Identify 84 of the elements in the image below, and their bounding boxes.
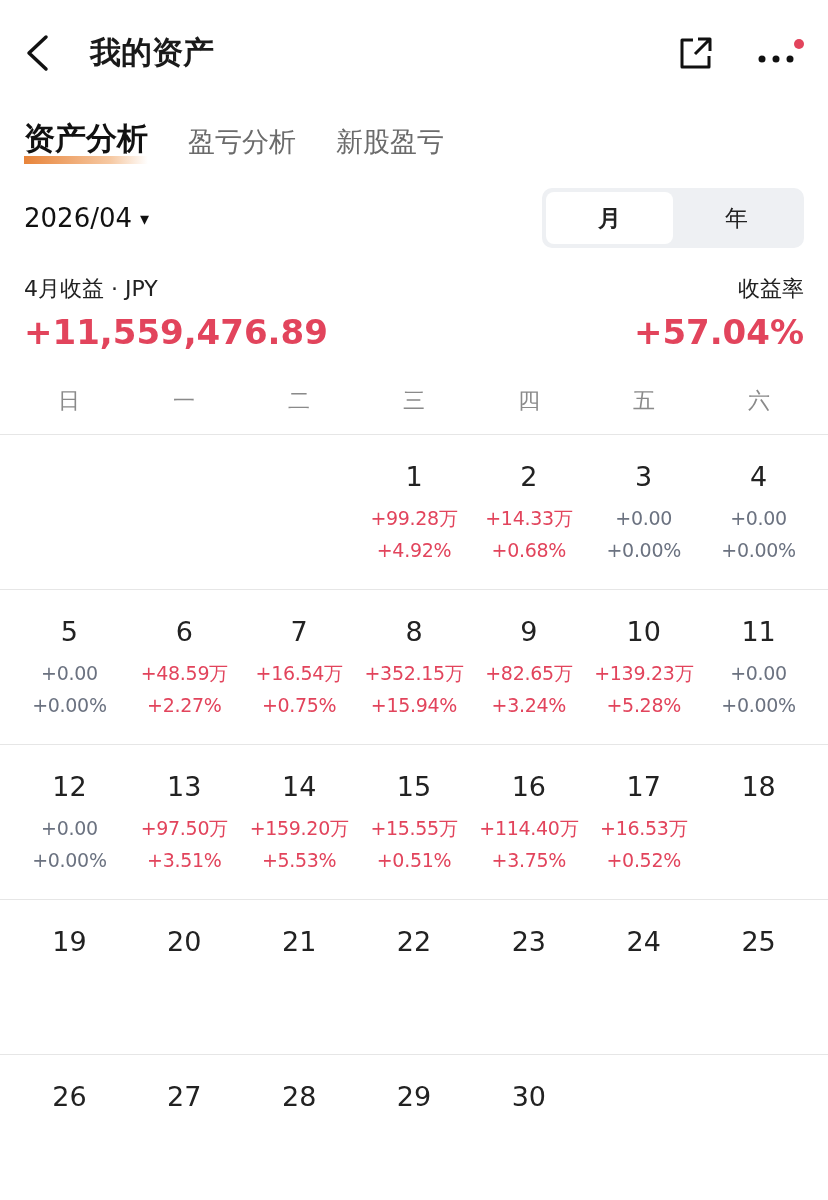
day-profit: +48.59万 <box>140 661 228 686</box>
day-number[interactable]: 25 <box>741 926 776 957</box>
day-profit: +114.40万 <box>479 816 579 841</box>
day-profit: +0.00 <box>41 816 98 841</box>
day-rate: +15.94% <box>370 693 458 718</box>
day-number[interactable]: 16 <box>511 771 547 802</box>
back-icon <box>24 34 50 72</box>
day-profit: +0.00 <box>730 661 787 686</box>
day-number[interactable]: 17 <box>626 771 661 802</box>
day-number[interactable]: 22 <box>396 926 432 957</box>
day-rate: +0.52% <box>606 848 681 873</box>
rate-value: +57.04% <box>633 312 804 352</box>
day-profit: +99.28万 <box>370 506 458 531</box>
day-rate: +0.68% <box>491 538 567 563</box>
day-number[interactable]: 9 <box>520 616 538 647</box>
day-rate: +2.27% <box>147 693 222 718</box>
day-number[interactable]: 21 <box>281 926 317 957</box>
day-number[interactable]: 10 <box>626 616 661 647</box>
tab[interactable]: 新股盈亏 <box>336 124 444 164</box>
day-number[interactable]: 1 <box>405 461 423 492</box>
day-number[interactable]: 29 <box>396 1081 432 1112</box>
day-number[interactable]: 2 <box>520 461 538 492</box>
day-profit: +15.55万 <box>370 816 458 841</box>
day-number[interactable]: 7 <box>290 616 308 647</box>
weekday-label: 一 <box>173 387 196 415</box>
day-number[interactable]: 23 <box>511 926 547 957</box>
share-icon <box>678 35 714 71</box>
day-rate: +3.75% <box>491 848 567 873</box>
weekday-label: 日 <box>58 387 81 415</box>
period-option[interactable]: 年 <box>673 192 800 244</box>
weekday-label: 二 <box>288 387 311 415</box>
day-number[interactable]: 6 <box>175 616 193 647</box>
day-number[interactable]: 13 <box>167 771 202 802</box>
day-number[interactable]: 26 <box>52 1081 87 1112</box>
day-number[interactable]: 5 <box>60 616 78 647</box>
day-number[interactable]: 15 <box>396 771 432 802</box>
day-rate: +4.92% <box>376 538 452 563</box>
day-rate: +0.00% <box>721 538 796 563</box>
day-number[interactable]: 3 <box>635 461 653 492</box>
day-rate: +3.24% <box>491 693 567 718</box>
day-rate: +5.28% <box>606 693 681 718</box>
weekday-label: 四 <box>517 387 540 415</box>
day-number[interactable]: 12 <box>52 771 87 802</box>
day-number[interactable]: 19 <box>52 926 87 957</box>
day-profit: +0.00 <box>41 661 98 686</box>
weekday-label: 六 <box>747 387 770 415</box>
day-rate: +0.00% <box>32 693 107 718</box>
day-rate: +0.00% <box>721 693 796 718</box>
page-title: 我的资产 <box>90 33 215 72</box>
day-rate: +3.51% <box>147 848 222 873</box>
tab[interactable]: 盈亏分析 <box>188 124 296 164</box>
day-profit: +82.65万 <box>485 661 573 686</box>
weekday-label: 五 <box>632 387 655 415</box>
more-icon <box>758 55 794 63</box>
date-picker[interactable]: 2026/04 ▾ <box>24 203 150 233</box>
day-profit: +0.00 <box>730 506 787 531</box>
day-profit: +14.33万 <box>485 506 573 531</box>
rate-label: 收益率 <box>738 275 804 303</box>
period-option[interactable]: 月 <box>546 192 673 244</box>
day-rate: +0.00% <box>606 538 681 563</box>
weekday-label: 三 <box>403 387 425 415</box>
day-rate: +5.53% <box>261 848 337 873</box>
day-number[interactable]: 30 <box>511 1081 547 1112</box>
income-label: 4月收益 · JPY <box>24 275 158 303</box>
day-number[interactable]: 28 <box>281 1081 317 1112</box>
day-number[interactable]: 4 <box>749 461 768 492</box>
day-number[interactable]: 18 <box>741 771 776 802</box>
day-profit: +352.15万 <box>364 661 464 686</box>
day-profit: +139.23万 <box>594 661 694 686</box>
day-profit: +0.00 <box>615 506 673 531</box>
day-number[interactable]: 14 <box>281 771 317 802</box>
day-profit: +159.20万 <box>249 816 349 841</box>
day-number[interactable]: 8 <box>405 616 423 647</box>
day-profit: +97.50万 <box>140 816 228 841</box>
day-rate: +0.75% <box>261 693 337 718</box>
income-value: +11,559,476.89 <box>24 312 328 352</box>
day-number[interactable]: 11 <box>741 616 776 647</box>
day-rate: +0.00% <box>32 848 107 873</box>
day-number[interactable]: 20 <box>167 926 202 957</box>
day-rate: +0.51% <box>376 848 452 873</box>
day-profit: +16.54万 <box>255 661 343 686</box>
day-profit: +16.53万 <box>600 816 688 841</box>
day-number[interactable]: 24 <box>626 926 661 957</box>
day-number[interactable]: 27 <box>167 1081 202 1112</box>
